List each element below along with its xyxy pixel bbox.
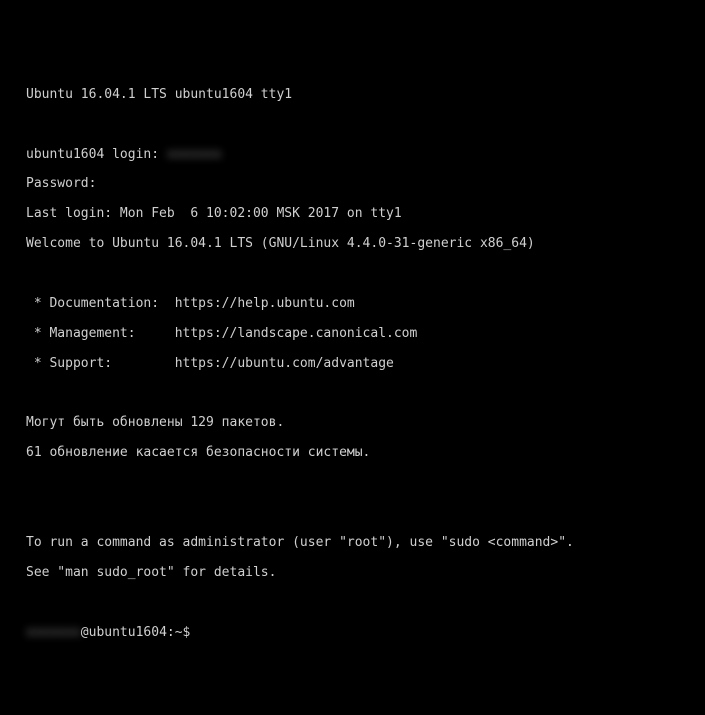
- blank-line: [26, 506, 679, 521]
- support-link-line: * Support: https://ubuntu.com/advantage: [26, 357, 679, 372]
- prompt-host-path: @ubuntu1604:~$: [81, 625, 191, 640]
- sudo-hint-line-2: See "man sudo_root" for details.: [26, 566, 679, 581]
- sudo-hint-line-1: To run a command as administrator (user …: [26, 536, 679, 551]
- blank-line: [26, 267, 679, 282]
- blank-line: [26, 118, 679, 133]
- security-updates-line: 61 обновление касается безопасности сист…: [26, 446, 679, 461]
- cursor-icon: [192, 626, 200, 640]
- documentation-link-line: * Documentation: https://help.ubuntu.com: [26, 297, 679, 312]
- shell-prompt[interactable]: xxxxxxx@ubuntu1604:~$: [26, 626, 679, 641]
- updates-available-line: Могут быть обновлены 129 пакетов.: [26, 416, 679, 431]
- last-login-line: Last login: Mon Feb 6 10:02:00 MSK 2017 …: [26, 207, 679, 222]
- login-username-blurred: xxxxxxx: [167, 148, 222, 163]
- password-prompt: Password:: [26, 177, 679, 192]
- management-link-line: * Management: https://landscape.canonica…: [26, 327, 679, 342]
- blank-line: [26, 476, 679, 491]
- login-line: ubuntu1604 login: xxxxxxx: [26, 148, 679, 163]
- login-prompt-label: ubuntu1604 login:: [26, 147, 167, 162]
- prompt-username-blurred: xxxxxxx: [26, 626, 81, 641]
- blank-line: [26, 387, 679, 402]
- blank-line: [26, 596, 679, 611]
- welcome-line: Welcome to Ubuntu 16.04.1 LTS (GNU/Linux…: [26, 237, 679, 252]
- tty-header: Ubuntu 16.04.1 LTS ubuntu1604 tty1: [26, 88, 679, 103]
